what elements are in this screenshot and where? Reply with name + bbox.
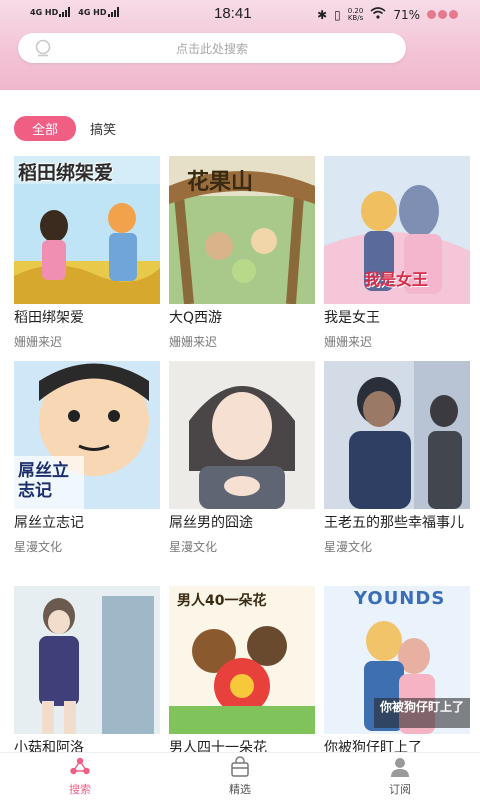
comic-title: 屌丝男的囧途 (169, 515, 253, 531)
cover-title-text: 男人40一朵花 (177, 593, 267, 609)
search-tab-icon (70, 757, 90, 775)
comic-author: 姗姗来迟 (14, 335, 63, 349)
comic-card[interactable]: 男人40一朵花 男人四十一朵花 (169, 586, 315, 758)
comic-author: 星漫文化 (14, 540, 63, 554)
tab-subscribe-label: 订阅 (389, 783, 411, 796)
cover-title-text: 稻田绑架爱 (18, 162, 114, 184)
comic-card[interactable]: 小菇和阿洛 (14, 586, 160, 758)
comic-author: 星漫文化 (169, 540, 218, 554)
comic-card[interactable]: 屌丝立志记 屌丝立志记 星漫文化 (14, 361, 160, 555)
comic-card[interactable]: YOUNDS 你被狗仔盯上了 你被狗仔盯上了 (324, 586, 470, 758)
search-placeholder: 点击此处搜索 (175, 42, 248, 56)
comic-author: 姗姗来迟 (169, 335, 218, 349)
bag-icon (231, 756, 249, 777)
cover-magazine-title: YOUNDS (354, 588, 446, 609)
comic-card[interactable]: 屌丝男的囧途 星漫文化 (169, 361, 315, 555)
tab-featured[interactable]: 精选 (160, 753, 320, 800)
tab-subscribe[interactable]: 订阅 (320, 753, 480, 800)
comic-cover[interactable] (324, 361, 470, 509)
tab-search[interactable]: 搜索 (0, 753, 160, 800)
signal-icon-2: 4G HD (78, 7, 119, 17)
comic-title: 我是女王 (324, 310, 380, 326)
network-indicators: 4G HD 4G HD (30, 7, 119, 17)
notification-dots (427, 10, 458, 19)
cover-title-text: 你被狗仔盯上了 (380, 700, 465, 714)
comic-author: 姗姗来迟 (324, 335, 373, 349)
cover-title-text: 花果山 (187, 170, 254, 195)
vibrate-icon: ▯ (334, 7, 341, 22)
cover-title-text: 我是女王 (364, 270, 429, 289)
comic-card[interactable]: 稻田绑架爱 稻田绑架爱 姗姗来迟 (14, 156, 160, 350)
header: 4G HD 4G HD 18:41 ✱ ▯ 0.20 KB/s 71% 点击此处… (0, 0, 480, 90)
speed-unit: KB/s (347, 13, 364, 22)
tab-funny[interactable]: 搞笑 (90, 119, 116, 138)
wifi-icon (370, 7, 386, 22)
comic-title: 稻田绑架爱 (14, 310, 84, 326)
comic-title: 屌丝立志记 (14, 515, 84, 531)
tab-all[interactable]: 全部 (14, 115, 77, 141)
comic-cover[interactable]: 花果山 (169, 156, 315, 304)
tab-search-label: 搜索 (69, 783, 91, 796)
comic-cover[interactable]: 我是女王 (324, 156, 470, 304)
bottom-tab-bar: 搜索 精选 订阅 (0, 752, 480, 800)
comic-author: 星漫文化 (324, 540, 373, 554)
battery-level: 71% (393, 7, 420, 22)
bluetooth-icon: ✱ (317, 7, 328, 22)
clock: 18:41 (214, 5, 252, 22)
comic-cover[interactable] (169, 361, 315, 509)
cover-title-text: 屌丝立志记 (18, 461, 69, 501)
network-speed: 0.20 KB/s (347, 7, 364, 22)
filter-tabs: 全部 搞笑 (14, 115, 116, 141)
comic-cover[interactable]: 屌丝立志记 (14, 361, 160, 509)
status-bar: 4G HD 4G HD 18:41 ✱ ▯ 0.20 KB/s 71% (0, 0, 480, 30)
comic-title: 王老五的那些幸福事儿 (324, 515, 464, 531)
comic-card[interactable]: 王老五的那些幸福事儿 星漫文化 (324, 361, 470, 555)
comic-card[interactable]: 花果山 大Q西游 姗姗来迟 (169, 156, 315, 350)
user-icon (391, 758, 409, 777)
comic-card[interactable]: 我是女王 我是女王 姗姗来迟 (324, 156, 470, 350)
comic-cover[interactable]: 稻田绑架爱 (14, 156, 160, 304)
comic-cover[interactable]: YOUNDS 你被狗仔盯上了 (324, 586, 470, 734)
network-label-1: 4G HD (30, 8, 59, 17)
search-bar[interactable]: 点击此处搜索 (18, 33, 406, 63)
comic-cover[interactable] (14, 586, 160, 734)
comic-title: 大Q西游 (169, 310, 223, 326)
signal-icon-1: 4G HD (30, 7, 71, 17)
status-icons: ✱ ▯ 0.20 KB/s 71% (317, 7, 458, 22)
network-label-2: 4G HD (78, 8, 107, 17)
tab-featured-label: 精选 (229, 783, 251, 796)
comic-cover[interactable]: 男人40一朵花 (169, 586, 315, 734)
